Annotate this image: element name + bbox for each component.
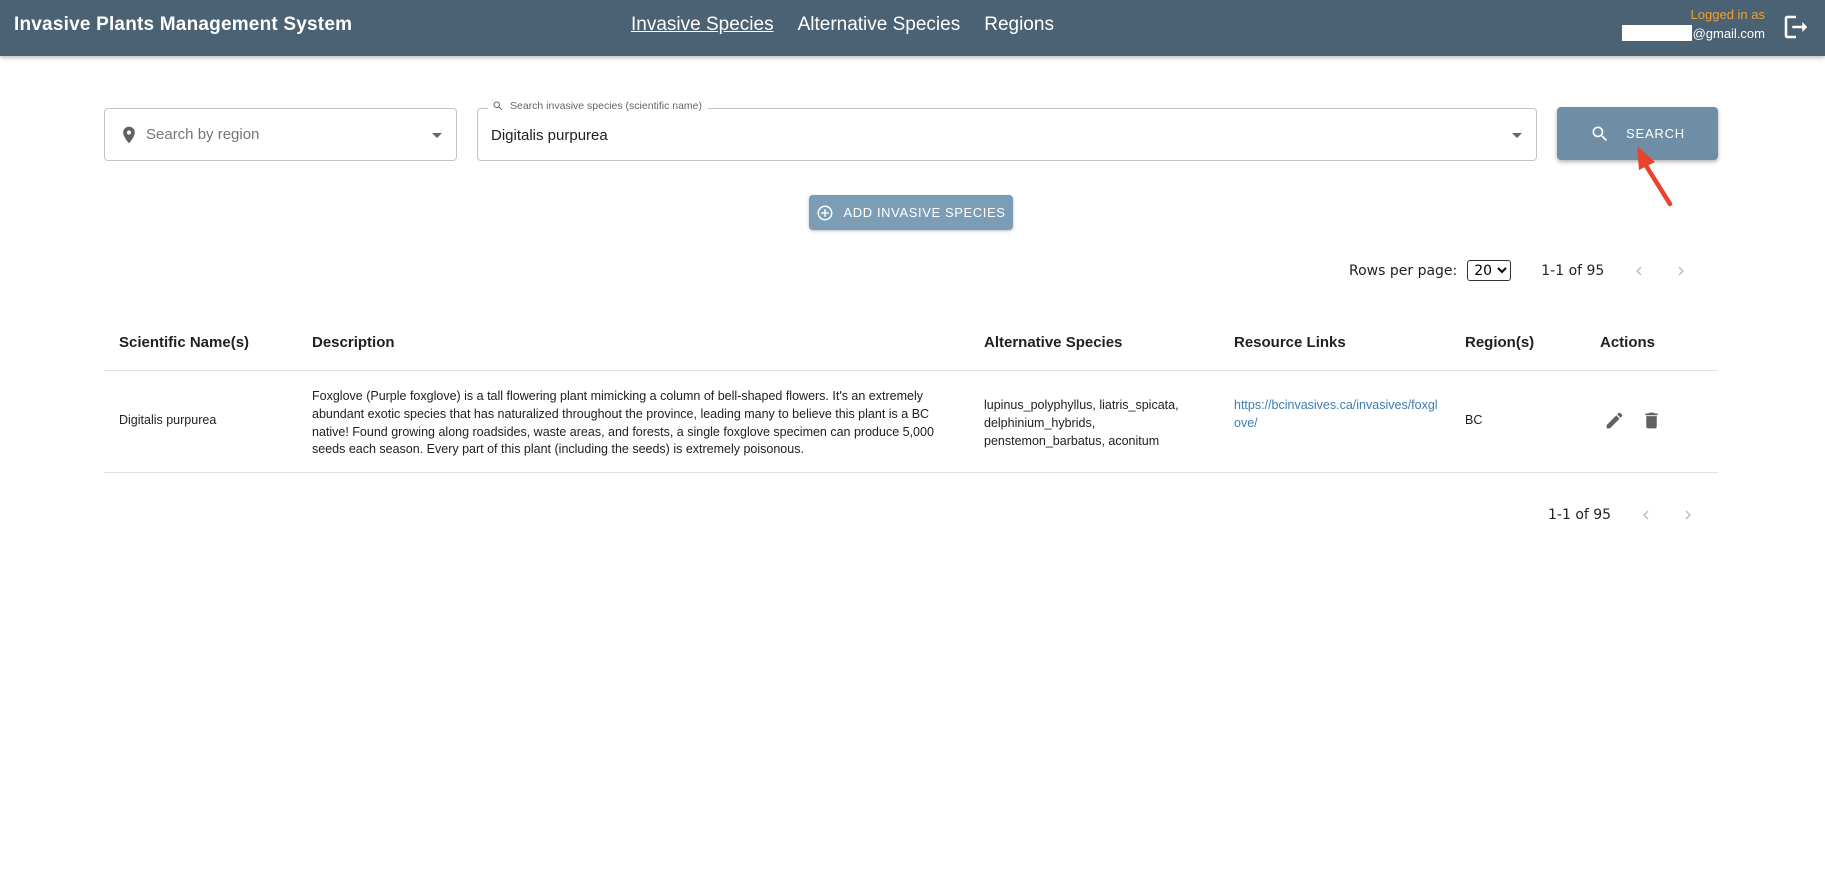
- delete-icon[interactable]: [1641, 410, 1662, 431]
- user-info: Logged in as @gmail.com: [1621, 7, 1765, 41]
- chevron-right-icon[interactable]: [1679, 506, 1697, 524]
- cell-region: BC: [1465, 413, 1483, 427]
- main-nav: Invasive Species Alternative Species Reg…: [631, 14, 1054, 36]
- app-title: Invasive Plants Management System: [14, 14, 353, 35]
- logout-icon[interactable]: [1781, 12, 1811, 42]
- rows-per-page-select[interactable]: 20: [1467, 260, 1512, 281]
- email-suffix: @gmail.com: [1692, 25, 1765, 41]
- table-row: Digitalis purpurea Foxglove (Purple foxg…: [104, 371, 1718, 473]
- species-search-value: Digitalis purpurea: [491, 127, 608, 144]
- chevron-right-icon[interactable]: [1672, 262, 1690, 280]
- header-actions: Actions: [1600, 334, 1656, 351]
- header-description: Description: [312, 334, 395, 351]
- app-bar: Invasive Plants Management System Invasi…: [0, 0, 1825, 56]
- page-range-bottom: 1-1 of 95: [1548, 507, 1612, 523]
- logged-in-label: Logged in as: [1690, 7, 1765, 22]
- species-dropdown-caret-icon[interactable]: [1512, 133, 1522, 138]
- cell-resource-link[interactable]: https://bcinvasives.ca/invasives/foxglov…: [1234, 397, 1444, 433]
- region-search-select[interactable]: Search by region: [104, 108, 457, 161]
- nav-alternative-species[interactable]: Alternative Species: [798, 14, 961, 36]
- header-regions: Region(s): [1465, 334, 1535, 351]
- add-button-label: ADD INVASIVE SPECIES: [843, 205, 1006, 220]
- cell-alternative-species: lupinus_polyphyllus, liatris_spicata, de…: [984, 398, 1179, 448]
- species-search-label: Search invasive species (scientific name…: [488, 100, 708, 112]
- location-pin-icon: [123, 126, 135, 144]
- cell-actions: [1604, 410, 1662, 431]
- region-placeholder: Search by region: [146, 126, 260, 143]
- edit-icon[interactable]: [1604, 410, 1625, 431]
- rows-per-page-label: Rows per page:: [1349, 262, 1458, 279]
- search-icon: [1592, 126, 1608, 141]
- search-icon: [493, 101, 503, 111]
- invasive-species-table: Scientific Name(s) Description Alternati…: [104, 323, 1718, 473]
- species-label-text: Search invasive species (scientific name…: [510, 100, 702, 112]
- search-button-label: SEARCH: [1626, 126, 1685, 141]
- region-dropdown-caret-icon[interactable]: [432, 133, 442, 138]
- email-redaction: [1621, 25, 1692, 41]
- cell-description: Foxglove (Purple foxglove) is a tall flo…: [312, 389, 934, 457]
- header-resource-links: Resource Links: [1234, 334, 1346, 351]
- header-alternative-species: Alternative Species: [984, 334, 1123, 351]
- table-header: Scientific Name(s) Description Alternati…: [104, 323, 1718, 371]
- chevron-left-icon[interactable]: [1630, 262, 1648, 280]
- nav-invasive-species[interactable]: Invasive Species: [631, 14, 774, 36]
- pagination-top: Rows per page: 20 1-1 of 95: [1349, 260, 1690, 281]
- annotation-arrow-icon: [1637, 146, 1673, 207]
- cell-scientific-name: Digitalis purpurea: [119, 413, 217, 427]
- species-search-select[interactable]: Search invasive species (scientific name…: [477, 100, 1537, 161]
- add-circle-icon: [817, 205, 833, 220]
- chevron-left-icon[interactable]: [1637, 506, 1655, 524]
- user-email: @gmail.com: [1621, 25, 1765, 41]
- add-invasive-species-button[interactable]: ADD INVASIVE SPECIES: [809, 195, 1013, 230]
- nav-regions[interactable]: Regions: [984, 14, 1054, 36]
- page-range: 1-1 of 95: [1541, 262, 1605, 279]
- pagination-bottom: 1-1 of 95: [1548, 506, 1697, 524]
- header-scientific-name: Scientific Name(s): [119, 334, 250, 351]
